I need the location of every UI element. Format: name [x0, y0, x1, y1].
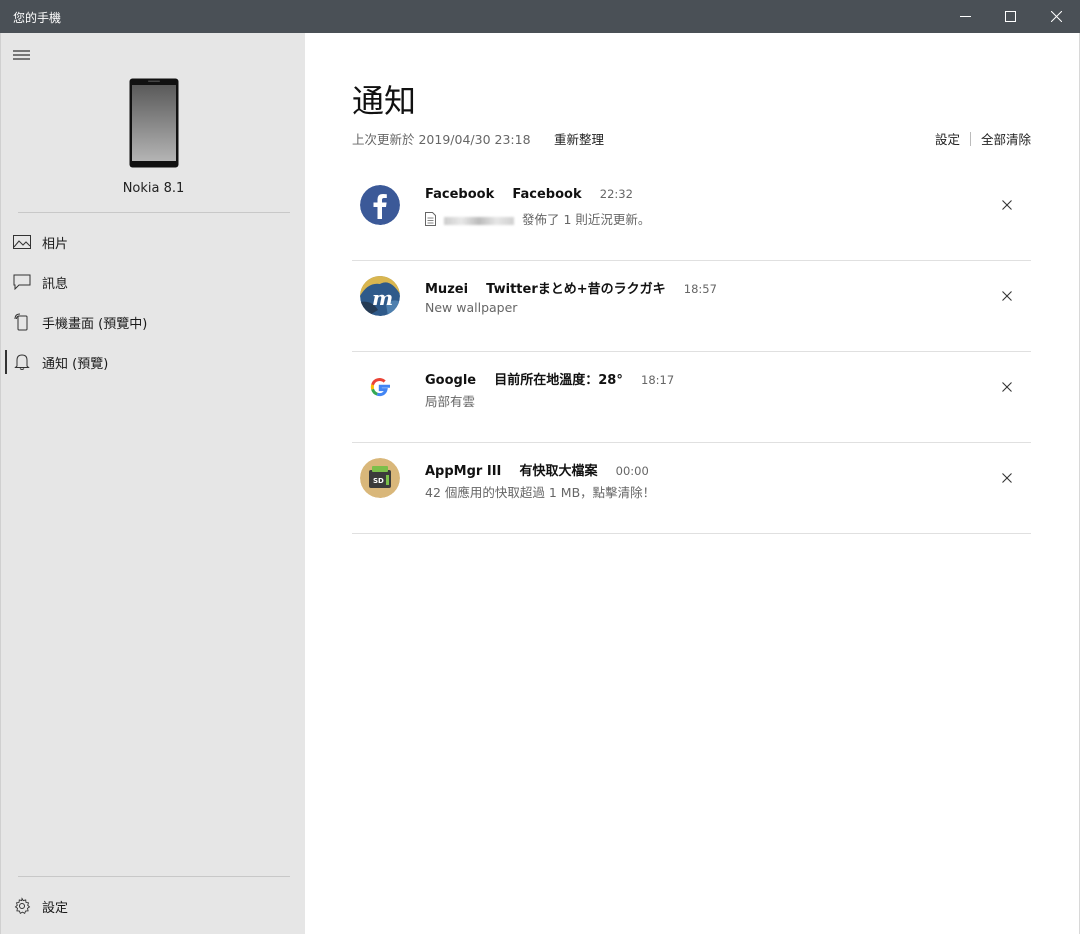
notification-app-name: AppMgr III	[425, 464, 502, 479]
notification-title: Twitterまとめ+昔のラクガキ	[486, 282, 666, 297]
notification-body: 局部有雲	[425, 394, 476, 409]
hamburger-icon	[13, 50, 30, 60]
top-actions: 設定 全部清除	[935, 129, 1031, 148]
notification-title: 目前所在地溫度：28°	[494, 373, 623, 388]
notification-item[interactable]: Google 目前所在地溫度：28° 18:17 局部有雲	[352, 352, 1031, 443]
close-icon	[1050, 11, 1062, 22]
phone-image	[129, 78, 179, 168]
facebook-icon	[360, 185, 400, 225]
close-icon	[1002, 473, 1012, 483]
appmgr-icon: SD	[360, 458, 400, 498]
sidebar: Nokia 8.1 相片 訊息 手機畫面 (預覽中) 通知 (預覽) 設定	[0, 33, 305, 934]
dismiss-button[interactable]	[997, 377, 1017, 397]
window-title: 您的手機	[13, 11, 62, 25]
svg-text:SD: SD	[373, 477, 384, 485]
gear-icon	[13, 897, 31, 915]
notification-body: New wallpaper	[425, 300, 518, 315]
notification-settings-link[interactable]: 設定	[935, 129, 960, 148]
device-name: Nokia 8.1	[122, 181, 185, 196]
message-icon	[13, 273, 31, 291]
sidebar-item-label: 通知 (預覽)	[42, 356, 109, 372]
minimize-button[interactable]	[942, 0, 988, 33]
close-window-button[interactable]	[1033, 0, 1079, 33]
sidebar-item-photos[interactable]: 相片	[1, 224, 306, 260]
sidebar-item-label: 手機畫面 (預覽中)	[42, 316, 148, 332]
active-indicator	[5, 350, 7, 374]
notification-header: AppMgr III 有快取大檔案 00:00	[425, 460, 649, 479]
photo-icon	[13, 233, 31, 251]
notification-header: Google 目前所在地溫度：28° 18:17	[425, 369, 674, 388]
minimize-icon	[959, 16, 971, 17]
sidebar-item-settings[interactable]: 設定	[1, 888, 306, 924]
document-icon	[425, 212, 436, 226]
notification-header: Muzei Twitterまとめ+昔のラクガキ 18:57	[425, 278, 717, 297]
notification-body-text: 發佈了 1 則近況更新。	[521, 212, 651, 227]
menu-button[interactable]	[13, 47, 31, 61]
close-icon	[1002, 291, 1012, 301]
notification-time: 18:57	[683, 282, 717, 296]
notification-title: Facebook	[512, 187, 582, 202]
close-icon	[1002, 200, 1012, 210]
notification-item[interactable]: Facebook Facebook 22:32 發佈了 1 則近況更新。	[352, 170, 1031, 261]
page-title: 通知	[352, 82, 417, 120]
redacted-name	[443, 216, 514, 225]
notification-time: 18:17	[641, 373, 675, 387]
google-icon	[360, 367, 400, 407]
notification-body: 42 個應用的快取超過 1 MB，點擊清除！	[425, 485, 656, 500]
notification-time: 22:32	[599, 187, 633, 201]
close-icon	[1002, 382, 1012, 392]
notification-app-name: Facebook	[425, 187, 495, 202]
notification-app-name: Muzei	[425, 282, 469, 297]
sidebar-item-notifications[interactable]: 通知 (預覽)	[1, 344, 306, 380]
maximize-icon	[1004, 11, 1016, 22]
sidebar-item-phone-screen[interactable]: 手機畫面 (預覽中)	[1, 304, 306, 340]
title-bar: 您的手機	[0, 0, 1080, 33]
maximize-button[interactable]	[987, 0, 1033, 33]
refresh-button[interactable]: 重新整理	[554, 129, 604, 148]
notification-app-name: Google	[425, 373, 477, 388]
notification-title: 有快取大檔案	[519, 464, 598, 479]
sidebar-divider	[18, 876, 290, 877]
dismiss-button[interactable]	[997, 195, 1017, 215]
muzei-icon: m	[360, 276, 400, 316]
notification-header: Facebook Facebook 22:32	[425, 187, 633, 202]
sidebar-item-label: 訊息	[42, 276, 69, 292]
bell-icon	[13, 353, 31, 371]
sidebar-item-label: 相片	[42, 236, 69, 252]
dismiss-button[interactable]	[997, 286, 1017, 306]
notification-item[interactable]: SD AppMgr III 有快取大檔案 00:00 42 個應用的快取超過 1…	[352, 443, 1031, 534]
notification-body: 發佈了 1 則近況更新。	[425, 209, 650, 228]
last-updated-text: 上次更新於 2019/04/30 23:18	[352, 132, 531, 147]
sidebar-divider	[18, 212, 290, 213]
sidebar-item-messages[interactable]: 訊息	[1, 264, 306, 300]
phone-screen-icon	[13, 313, 31, 331]
svg-text:m: m	[372, 286, 393, 310]
dismiss-button[interactable]	[997, 468, 1017, 488]
action-separator	[969, 131, 971, 146]
notification-time: 00:00	[615, 464, 649, 478]
notification-item[interactable]: m Muzei Twitterまとめ+昔のラクガキ 18:57 New wall…	[352, 261, 1031, 352]
clear-all-button[interactable]: 全部清除	[981, 129, 1031, 148]
main-content: 通知 上次更新於 2019/04/30 23:18 重新整理 設定 全部清除 F…	[305, 33, 1080, 934]
sidebar-item-label: 設定	[42, 900, 69, 916]
